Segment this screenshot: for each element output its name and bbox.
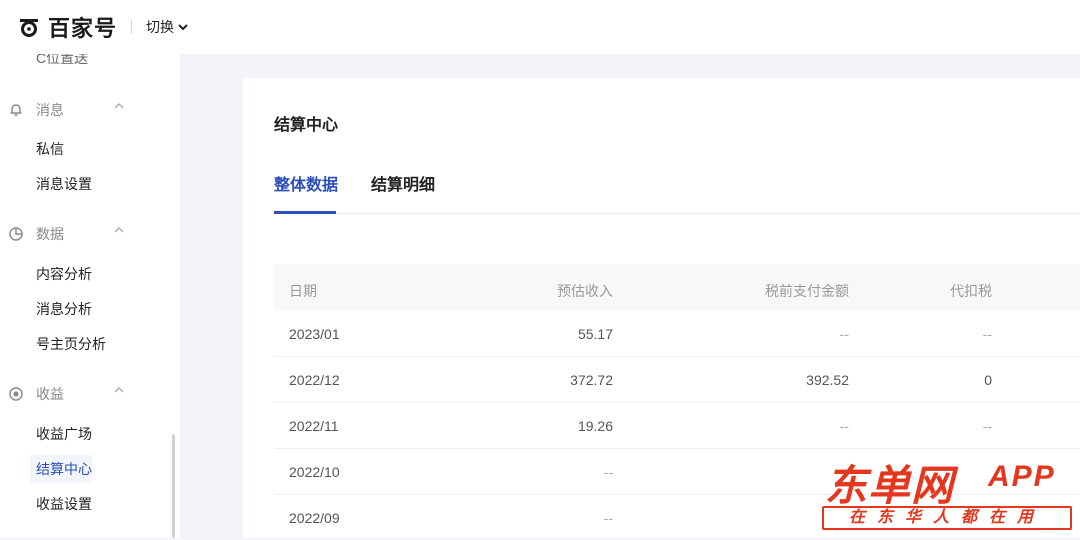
- sidebar-group-label: 消息: [36, 102, 64, 118]
- cell-estimated-income: 55.17: [577, 326, 613, 342]
- watermark-app-text: APP: [988, 460, 1056, 493]
- sidebar-item-earnings-plaza[interactable]: 收益广场: [36, 424, 92, 444]
- sidebar-group-label: 数据: [36, 226, 64, 242]
- sidebar-item-message-analysis[interactable]: 消息分析: [36, 299, 92, 319]
- cell-estimated-income: 19.26: [577, 418, 613, 434]
- table-row: 2023/01 55.17 -- --: [274, 310, 1080, 357]
- cell-date: 2023/01: [289, 326, 340, 342]
- column-header-withholding-tax: 代扣税: [950, 283, 992, 299]
- watermark-main-text: 东单网: [825, 462, 955, 509]
- sidebar: C位置送 消息 私信 消息设置 数据 内容分析 消息分析 号主页分析 收益 收益…: [0, 54, 180, 538]
- baijiahao-logo-icon: [20, 19, 38, 37]
- tab-overall-data[interactable]: 整体数据: [274, 171, 338, 195]
- column-header-pretax-amount: 税前支付金额: [765, 283, 849, 299]
- sidebar-group-data[interactable]: 数据: [8, 224, 124, 244]
- cell-pretax-amount: 392.52: [806, 372, 849, 388]
- watermark-slogan: 在东华人都在用: [822, 506, 1072, 530]
- sidebar-item-content-analysis[interactable]: 内容分析: [36, 264, 92, 284]
- table-header: 日期 预估收入 税前支付金额 代扣税: [274, 264, 1080, 310]
- cell-estimated-income: --: [603, 510, 613, 526]
- table-row: 2022/12 372.72 392.52 0: [274, 356, 1080, 403]
- cell-withholding-tax: 0: [984, 372, 992, 388]
- sidebar-item-private-message[interactable]: 私信: [36, 139, 64, 159]
- coin-icon: [9, 387, 23, 401]
- sidebar-item-homepage-analysis[interactable]: 号主页分析: [36, 334, 106, 354]
- column-header-estimated-income: 预估收入: [557, 283, 613, 299]
- cell-date: 2022/10: [289, 464, 340, 480]
- cell-pretax-amount: --: [839, 326, 849, 342]
- chevron-up-icon: [114, 387, 124, 393]
- cell-estimated-income: --: [603, 464, 613, 480]
- sidebar-item-earnings-settings[interactable]: 收益设置: [36, 494, 92, 514]
- sidebar-group-earnings[interactable]: 收益: [8, 384, 124, 404]
- cell-pretax-amount: --: [839, 418, 849, 434]
- switch-account-button[interactable]: 切换: [146, 17, 188, 37]
- cell-withholding-tax: --: [982, 418, 992, 434]
- sidebar-item-message-settings[interactable]: 消息设置: [36, 174, 92, 194]
- sidebar-scrollbar[interactable]: [172, 434, 175, 538]
- chevron-down-icon: [178, 24, 188, 31]
- chevron-up-icon: [114, 227, 124, 233]
- column-header-date: 日期: [289, 283, 317, 299]
- sidebar-item-cut[interactable]: C位置送: [36, 54, 88, 68]
- cell-date: 2022/11: [289, 418, 339, 434]
- tabs-divider: [274, 213, 1080, 214]
- logo-text: 百家号: [48, 16, 118, 41]
- table-row: 2022/11 19.26 -- --: [274, 402, 1080, 449]
- sidebar-item-settlement-center[interactable]: 结算中心: [30, 455, 92, 483]
- cell-withholding-tax: --: [982, 326, 992, 342]
- header-divider: [131, 20, 133, 34]
- cell-date: 2022/09: [289, 510, 340, 526]
- switch-label: 切换: [146, 19, 175, 35]
- active-tab-indicator: [274, 211, 336, 214]
- sidebar-group-messages[interactable]: 消息: [8, 100, 124, 120]
- watermark: 东单网 APP 在东华人都在用: [820, 452, 1078, 536]
- tab-settlement-details[interactable]: 结算明细: [371, 171, 435, 195]
- page-title: 结算中心: [274, 117, 339, 134]
- cell-estimated-income: 372.72: [570, 372, 613, 388]
- cell-date: 2022/12: [289, 372, 340, 388]
- top-header: 百家号 切换: [0, 0, 1080, 54]
- bell-icon: [10, 104, 22, 116]
- chevron-up-icon: [114, 103, 124, 109]
- logo[interactable]: 百家号: [18, 11, 117, 43]
- pie-chart-icon: [9, 227, 23, 241]
- sidebar-group-label: 收益: [36, 386, 64, 402]
